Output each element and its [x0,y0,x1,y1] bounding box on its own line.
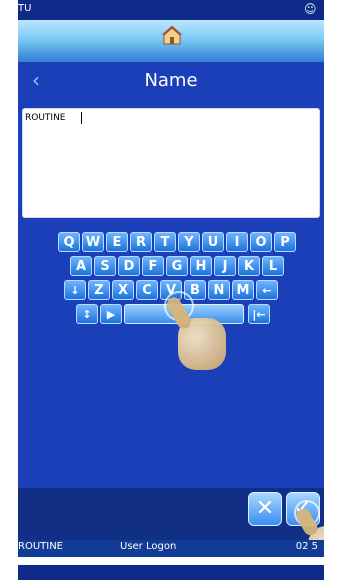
key-p[interactable]: P [274,232,296,252]
tap-hand-pointer [164,294,226,370]
key-l[interactable]: L [262,256,284,276]
top-left-label: TU [18,3,32,14]
keyboard-row-1: Q W E R T Y U I O P [58,232,298,254]
close-icon: ✕ [255,496,275,521]
key-w[interactable]: W [82,232,104,252]
shift-key[interactable]: ↕ [76,304,98,324]
key-i[interactable]: I [226,232,248,252]
status-middle: User Logon [120,541,177,552]
key-q[interactable]: Q [58,232,80,252]
device-screen: TU ☺ ‹ Name ROUTINE Q W E R T Y U I O P [18,0,324,557]
page-title: Name [144,70,198,91]
key-x[interactable]: X [112,280,134,300]
status-right: 02 5 [295,541,318,552]
key-d[interactable]: D [118,256,140,276]
title-bar: ‹ Name [18,62,324,100]
key-c[interactable]: C [136,280,158,300]
cancel-button[interactable]: ✕ [248,492,282,526]
key-z[interactable]: Z [88,280,110,300]
right-arrow-key[interactable]: ▶ [100,304,122,324]
key-n[interactable]: N [208,280,230,300]
name-input-value: ROUTINE [25,113,66,123]
down-arrow-key[interactable]: ↓ [64,280,86,300]
user-icon[interactable]: ☺ [304,2,318,16]
top-status-bar: TU ☺ [18,0,324,20]
key-f[interactable]: F [142,256,164,276]
key-r[interactable]: R [130,232,152,252]
backspace-key[interactable]: ← [256,280,278,300]
enter-key[interactable]: |← [248,304,270,324]
key-g[interactable]: G [166,256,188,276]
key-s[interactable]: S [94,256,116,276]
key-t[interactable]: T [154,232,176,252]
text-caret [81,112,82,124]
key-o[interactable]: O [250,232,272,252]
key-j[interactable]: J [214,256,236,276]
status-left: ROUTINE [18,541,63,552]
key-h[interactable]: H [190,256,212,276]
name-input[interactable]: ROUTINE [22,108,320,218]
status-bar: ROUTINE User Logon 02 5 [18,540,324,557]
home-bar [18,20,324,62]
key-y[interactable]: Y [178,232,200,252]
key-a[interactable]: A [70,256,92,276]
keyboard-row-2: A S D F G H J K L [70,256,286,278]
key-e[interactable]: E [106,232,128,252]
key-k[interactable]: K [238,256,260,276]
next-screen-strip [18,565,324,580]
home-icon[interactable] [162,26,182,46]
key-m[interactable]: M [232,280,254,300]
key-u[interactable]: U [202,232,224,252]
